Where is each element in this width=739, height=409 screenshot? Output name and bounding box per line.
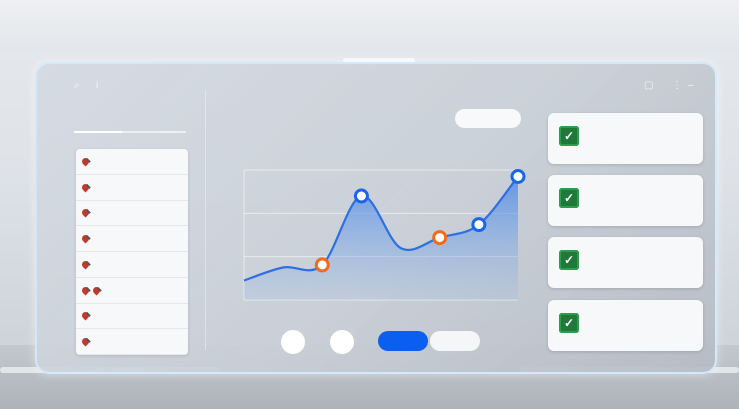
sidebar-item[interactable] (76, 252, 188, 278)
pin-icon (80, 310, 91, 321)
pager-pill-active[interactable] (378, 331, 428, 351)
sidebar-item[interactable] (76, 304, 188, 330)
grid-icon[interactable]: ▢ (644, 81, 653, 91)
pin-icon (80, 207, 91, 218)
pager-pill[interactable] (430, 331, 480, 351)
task-card[interactable]: ✓ (548, 175, 703, 226)
sidebar-tab-active[interactable] (74, 131, 122, 133)
task-card[interactable]: ✓ (548, 237, 703, 288)
search-icon[interactable]: ⌕ (74, 81, 80, 91)
sidebar-item[interactable] (76, 278, 188, 304)
chart-point[interactable] (471, 217, 487, 233)
chart-point[interactable] (432, 230, 448, 246)
minimize-icon[interactable]: – (688, 81, 694, 91)
sidebar-item[interactable] (76, 149, 188, 175)
sidebar-item[interactable] (76, 329, 188, 355)
pager-dot[interactable] (281, 330, 305, 354)
pin-icon (80, 182, 91, 193)
task-card[interactable]: ✓ (548, 300, 703, 351)
chart-point[interactable] (353, 188, 369, 204)
pin-icon (80, 233, 91, 244)
sidebar-item[interactable] (76, 226, 188, 252)
pin-icon (80, 259, 91, 270)
pager-dot[interactable] (330, 330, 354, 354)
pin-icon (91, 285, 102, 296)
pin-icon (80, 285, 91, 296)
chart-svg (243, 169, 526, 301)
chart-point[interactable] (314, 257, 330, 273)
search-input[interactable] (455, 109, 521, 128)
check-icon: ✓ (563, 316, 575, 330)
background-top (0, 0, 739, 52)
info-icon[interactable]: i (96, 81, 98, 91)
checkbox-checked[interactable]: ✓ (559, 250, 579, 270)
check-icon: ✓ (563, 191, 575, 205)
checkbox-checked[interactable]: ✓ (559, 126, 579, 146)
sidebar-item[interactable] (76, 175, 188, 201)
panel-divider (205, 90, 206, 350)
chart-point[interactable] (510, 169, 526, 184)
check-icon: ✓ (563, 253, 575, 267)
checkbox-checked[interactable]: ✓ (559, 313, 579, 333)
pin-icon (80, 156, 91, 167)
chart-area-fill (244, 176, 518, 300)
task-card[interactable]: ✓ (548, 113, 703, 164)
pin-icon (80, 336, 91, 347)
menu-icon[interactable]: ⋮ (672, 81, 682, 91)
checkbox-checked[interactable]: ✓ (559, 188, 579, 208)
sidebar-item[interactable] (76, 201, 188, 227)
check-icon: ✓ (563, 129, 575, 143)
line-chart (236, 160, 526, 310)
sidebar-list (76, 149, 188, 355)
